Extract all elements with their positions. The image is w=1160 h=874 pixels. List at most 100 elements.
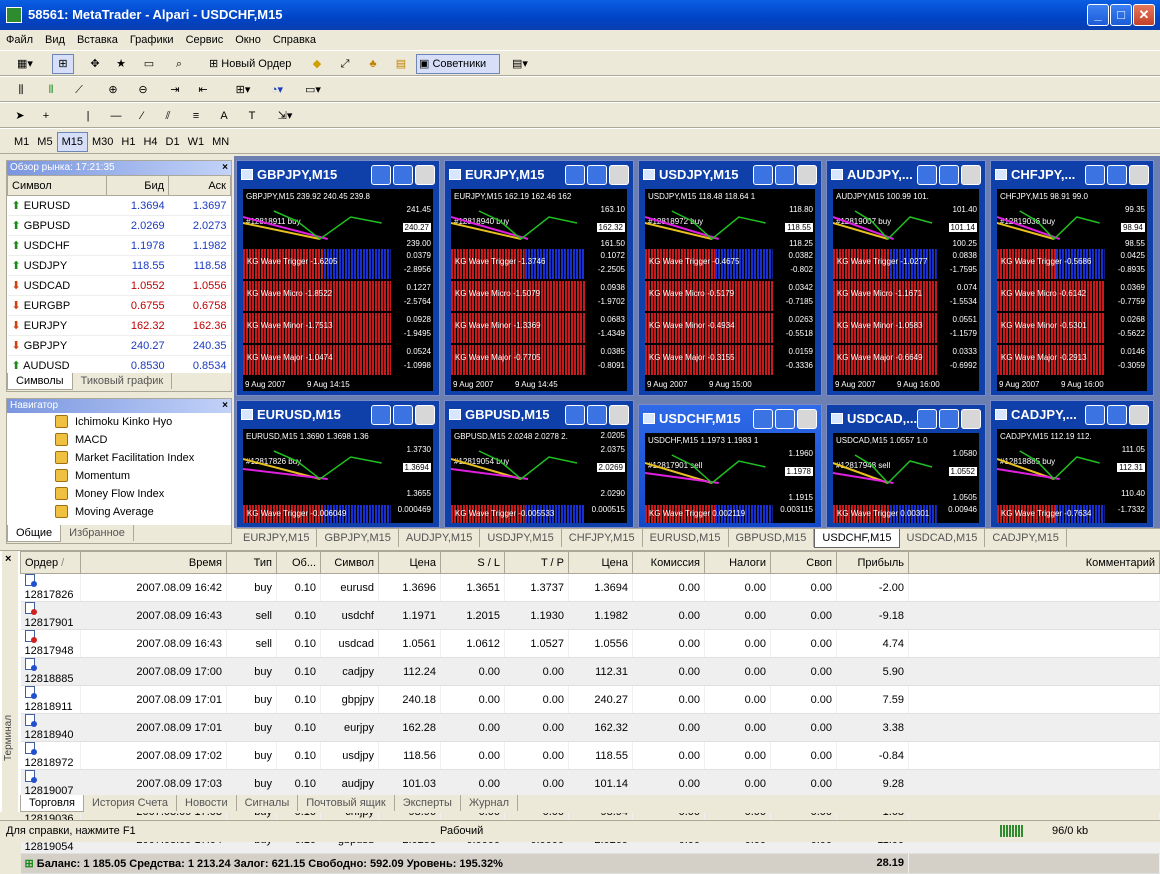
tf-h4[interactable]: H4 (139, 133, 161, 151)
new-chart-icon[interactable]: ▦▾ (10, 54, 40, 74)
experts-button[interactable]: ▣ Советники (416, 54, 500, 74)
chart-tab[interactable]: EURJPY,M15 (236, 529, 318, 547)
indicator-item[interactable]: Moving Average (7, 503, 231, 521)
maximize-button[interactable] (587, 405, 607, 425)
chart-canvas[interactable]: CADJPY,M15 112.19 112. #12818885 buy 111… (997, 429, 1147, 523)
market-row[interactable]: ⬇ USDCAD 1.0552 1.0556 (7, 275, 231, 296)
horizontal-line-icon[interactable]: — (106, 106, 126, 126)
close-button[interactable] (1129, 165, 1149, 185)
col-swap[interactable]: Своп (770, 551, 837, 574)
chart-canvas[interactable]: USDJPY,M15 118.48 118.64 1 #12818972 buy… (645, 189, 815, 391)
chart-window[interactable]: GBPUSD,M15 GBPUSD,M15 2.0248 2.0278 2. #… (444, 400, 634, 528)
menu-help[interactable]: Справка (267, 30, 322, 50)
col-current-price[interactable]: Цена (568, 551, 633, 574)
maximize-button[interactable]: □ (1110, 4, 1132, 26)
autoscroll-icon[interactable]: ⇥ (164, 80, 186, 100)
chart-canvas[interactable]: AUDJPY,M15 100.99 101. #12819007 buy 101… (833, 189, 979, 391)
minimize-button[interactable] (917, 409, 937, 429)
chart-canvas[interactable]: GBPJPY,M15 239.92 240.45 239.8 #12818911… (243, 189, 433, 391)
col-profit[interactable]: Прибыль (836, 551, 909, 574)
minimize-button[interactable] (753, 165, 773, 185)
col-tp[interactable]: T / P (504, 551, 569, 574)
metaeditor-icon[interactable]: ◆ (306, 54, 328, 74)
maximize-button[interactable] (775, 409, 795, 429)
chart-window[interactable]: USDJPY,M15 USDJPY,M15 118.48 118.64 1 #1… (638, 160, 822, 396)
chart-window[interactable]: CHFJPY,... CHFJPY,M15 98.91 99.0 #128190… (990, 160, 1154, 396)
indicator-item[interactable]: Ichimoku Kinko Hyo (7, 413, 231, 431)
trendline-icon[interactable]: ⁄ (132, 106, 152, 126)
line-chart-icon[interactable]: ⟋ (68, 80, 90, 100)
chart-tab[interactable]: CHFJPY,M15 (562, 529, 643, 547)
tf-w1[interactable]: W1 (184, 133, 209, 151)
close-button[interactable] (1129, 405, 1149, 425)
close-button[interactable] (961, 165, 981, 185)
fibonacci-icon[interactable]: ≡ (186, 106, 206, 126)
chart-canvas[interactable]: USDCHF,M15 1.1973 1.1983 1 #12817901 sel… (645, 433, 815, 523)
menu-window[interactable]: Окно (229, 30, 267, 50)
minimize-button[interactable] (1085, 405, 1105, 425)
strategy-tester-icon[interactable]: ⌕ (168, 54, 190, 74)
menu-file[interactable]: Файл (0, 30, 39, 50)
close-icon[interactable]: × (222, 161, 228, 175)
market-row[interactable]: ⬆ GBPUSD 2.0269 2.0273 (7, 215, 231, 236)
col-comment[interactable]: Комментарий (908, 551, 1160, 574)
navigator-icon[interactable]: ★ (110, 54, 132, 74)
close-button[interactable] (415, 165, 435, 185)
chart-tab[interactable]: EURUSD,M15 (643, 529, 729, 547)
trade-row[interactable]: 12818911 2007.08.09 17:01 buy 0.10 gbpjpy 240… (20, 685, 1160, 714)
maximize-button[interactable] (939, 409, 959, 429)
tab-common[interactable]: Общие (7, 525, 62, 542)
text-icon[interactable]: A (214, 106, 234, 126)
minimize-button[interactable]: _ (1087, 4, 1109, 26)
fullscreen-icon[interactable]: ⤢ (334, 54, 356, 74)
maximize-button[interactable] (939, 165, 959, 185)
tab-news[interactable]: Новости (177, 795, 237, 811)
tab-journal[interactable]: Журнал (461, 795, 519, 811)
tf-m30[interactable]: M30 (88, 133, 117, 151)
trade-row[interactable]: 12818885 2007.08.09 17:00 buy 0.10 cadjpy 112… (20, 657, 1160, 686)
close-button[interactable]: ✕ (1133, 4, 1155, 26)
market-row[interactable]: ⬆ USDCHF 1.1978 1.1982 (7, 235, 231, 256)
close-button[interactable] (609, 165, 629, 185)
trade-row[interactable]: 12818972 2007.08.09 17:02 buy 0.10 usdjpy 118… (20, 741, 1160, 770)
indicator-item[interactable]: Momentum (7, 467, 231, 485)
tab-signals[interactable]: Сигналы (237, 795, 299, 811)
chart-canvas[interactable]: GBPUSD,M15 2.0248 2.0278 2. #12819054 bu… (451, 429, 627, 523)
maximize-button[interactable] (1107, 405, 1127, 425)
minimize-button[interactable] (565, 405, 585, 425)
cursor-icon[interactable]: ➤ (10, 106, 30, 126)
close-button[interactable] (609, 405, 629, 425)
history-icon[interactable]: ▤ (390, 54, 412, 74)
market-row[interactable]: ⬇ GBPJPY 240.27 240.35 (7, 335, 231, 356)
minimize-button[interactable] (371, 165, 391, 185)
options-icon[interactable]: ▤▾ (504, 54, 536, 74)
menu-charts[interactable]: Графики (124, 30, 180, 50)
market-row[interactable]: ⬇ EURJPY 162.32 162.36 (7, 315, 231, 336)
maximize-button[interactable] (393, 405, 413, 425)
chart-window[interactable]: EURUSD,M15 EURUSD,M15 1.3690 1.3698 1.36… (236, 400, 440, 528)
chart-tab[interactable]: USDJPY,M15 (480, 529, 562, 547)
templates-icon[interactable]: ▭▾ (298, 80, 328, 100)
bar-chart-icon[interactable]: ⫼ (10, 80, 32, 100)
tab-trade[interactable]: Торговля (20, 795, 84, 812)
trade-row[interactable]: 12818940 2007.08.09 17:01 buy 0.10 eurjpy 162… (20, 713, 1160, 742)
col-symbol[interactable]: Символ (6, 175, 108, 196)
chart-window[interactable]: EURJPY,M15 EURJPY,M15 162.19 162.46 162 … (444, 160, 634, 396)
col-time[interactable]: Время (80, 551, 227, 574)
zoom-in-icon[interactable]: ⊕ (102, 80, 124, 100)
chart-canvas[interactable]: EURJPY,M15 162.19 162.46 162 #12818940 b… (451, 189, 627, 391)
indicator-item[interactable]: MACD (7, 431, 231, 449)
col-taxes[interactable]: Налоги (704, 551, 771, 574)
vertical-line-icon[interactable]: | (78, 106, 98, 126)
chart-canvas[interactable]: EURUSD,M15 1.3690 1.3698 1.36 #12817826 … (243, 429, 433, 523)
col-type[interactable]: Тип (226, 551, 277, 574)
tf-m15[interactable]: M15 (56, 132, 88, 152)
close-button[interactable] (415, 405, 435, 425)
channel-icon[interactable]: ⫽ (158, 106, 178, 126)
col-symbol[interactable]: Символ (320, 551, 379, 574)
col-commission[interactable]: Комиссия (632, 551, 705, 574)
market-watch-icon[interactable]: ⊞ (52, 54, 74, 74)
tf-mn[interactable]: MN (208, 133, 233, 151)
maximize-button[interactable] (393, 165, 413, 185)
minimize-button[interactable] (1085, 165, 1105, 185)
